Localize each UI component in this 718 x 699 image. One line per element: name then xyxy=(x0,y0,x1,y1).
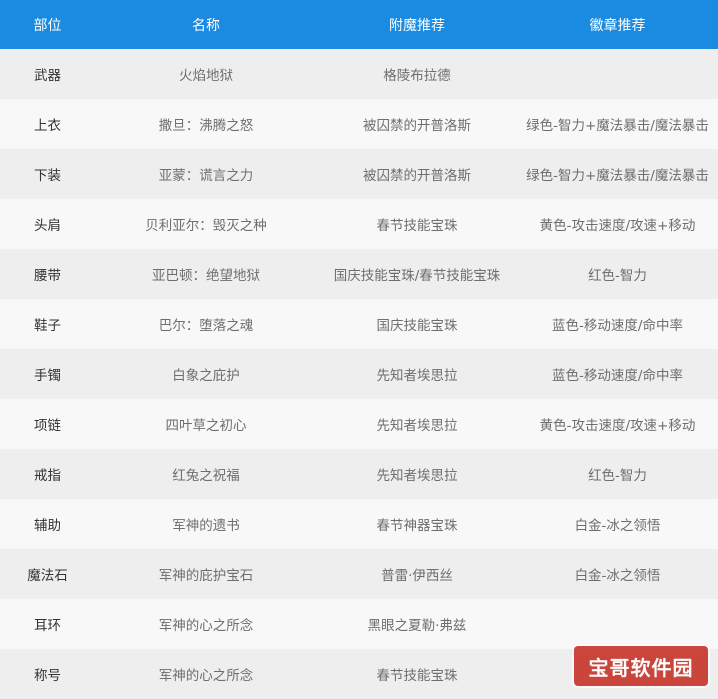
cell-name: 白象之庇护 xyxy=(172,368,240,384)
cell-enchant: 普雷·伊西丝 xyxy=(381,568,453,584)
cell-slot: 称号 xyxy=(34,668,61,684)
table-row: 鞋子 巴尔：堕落之魂 国庆技能宝珠 蓝色-移动速度/命中率 xyxy=(0,299,718,349)
header-name: 名称 xyxy=(192,17,220,34)
table-row: 手镯 白象之庇护 先知者埃思拉 蓝色-移动速度/命中率 xyxy=(0,349,718,399)
cell-enchant: 黑眼之夏勒·弗兹 xyxy=(367,618,467,634)
table-row: 辅助 军神的遗书 春节神器宝珠 白金-冰之领悟 xyxy=(0,499,718,549)
cell-name: 军神的庇护宝石 xyxy=(158,568,254,584)
cell-enchant: 国庆技能宝珠 xyxy=(376,318,458,334)
cell-slot: 辅助 xyxy=(34,518,61,534)
cell-name: 红兔之祝福 xyxy=(172,468,240,484)
cell-enchant: 先知者埃思拉 xyxy=(376,418,458,434)
cell-enchant: 春节技能宝珠 xyxy=(376,668,458,684)
cell-slot: 戒指 xyxy=(34,468,61,484)
cell-enchant: 春节神器宝珠 xyxy=(376,518,458,534)
watermark-text: 宝哥软件园 xyxy=(588,655,694,680)
cell-emblem: 绿色-智力+魔法暴击/魔法暴击 xyxy=(526,118,709,134)
cell-slot: 魔法石 xyxy=(27,568,68,584)
cell-emblem: 蓝色-移动速度/命中率 xyxy=(552,318,683,334)
cell-name: 撒旦：沸腾之怒 xyxy=(158,118,254,134)
table-row: 腰带 亚巴顿：绝望地狱 国庆技能宝珠/春节技能宝珠 红色-智力 xyxy=(0,249,718,299)
table-row: 下装 亚蒙：谎言之力 被囚禁的开普洛斯 绿色-智力+魔法暴击/魔法暴击 xyxy=(0,149,718,199)
cell-name: 军神的心之所念 xyxy=(158,618,254,634)
cell-enchant: 国庆技能宝珠/春节技能宝珠 xyxy=(333,268,501,284)
cell-emblem: 白金-冰之领悟 xyxy=(574,568,661,584)
cell-name: 军神的心之所念 xyxy=(158,668,254,684)
cell-name: 巴尔：堕落之魂 xyxy=(158,318,254,334)
header-enchant: 附魔推荐 xyxy=(389,17,445,34)
table-header: 部位 名称 附魔推荐 徽章推荐 xyxy=(0,0,718,49)
equipment-table: 部位 名称 附魔推荐 徽章推荐 武器 火焰地狱 格陵布拉德 上衣 撒旦：沸腾之怒… xyxy=(0,0,718,699)
cell-slot: 腰带 xyxy=(34,268,61,284)
cell-emblem: 绿色-智力+魔法暴击/魔法暴击 xyxy=(526,168,709,184)
cell-slot: 耳环 xyxy=(34,618,61,634)
table-row: 头肩 贝利亚尔：毁灭之种 春节技能宝珠 黄色-攻击速度/攻速+移动 xyxy=(0,199,718,249)
cell-enchant: 被囚禁的开普洛斯 xyxy=(363,168,471,184)
cell-name: 贝利亚尔：毁灭之种 xyxy=(145,218,267,234)
cell-name: 军神的遗书 xyxy=(172,518,240,534)
cell-slot: 武器 xyxy=(34,68,61,84)
cell-enchant: 被囚禁的开普洛斯 xyxy=(363,118,471,134)
cell-enchant: 格陵布拉德 xyxy=(383,68,451,84)
table-row: 戒指 红兔之祝福 先知者埃思拉 红色-智力 xyxy=(0,449,718,499)
header-emblem: 徽章推荐 xyxy=(589,17,646,34)
header-slot: 部位 xyxy=(33,17,62,34)
cell-emblem: 红色-智力 xyxy=(588,268,647,284)
cell-slot: 下装 xyxy=(34,168,61,184)
cell-name: 亚蒙：谎言之力 xyxy=(158,168,254,184)
cell-slot: 头肩 xyxy=(34,218,61,234)
cell-emblem: 黄色-攻击速度/攻速+移动 xyxy=(539,418,696,434)
cell-name: 亚巴顿：绝望地狱 xyxy=(152,268,260,284)
cell-slot: 上衣 xyxy=(34,118,61,134)
table-row: 魔法石 军神的庇护宝石 普雷·伊西丝 白金-冰之领悟 xyxy=(0,549,718,599)
cell-emblem: 红色-智力 xyxy=(588,468,647,484)
cell-slot: 鞋子 xyxy=(34,318,61,334)
table-row: 耳环 军神的心之所念 黑眼之夏勒·弗兹 xyxy=(0,599,718,649)
cell-name: 四叶草之初心 xyxy=(165,418,247,434)
cell-slot: 项链 xyxy=(34,418,61,434)
cell-enchant: 春节技能宝珠 xyxy=(376,218,458,234)
table-row: 武器 火焰地狱 格陵布拉德 xyxy=(0,49,718,99)
cell-emblem: 蓝色-移动速度/命中率 xyxy=(552,368,683,384)
cell-enchant: 先知者埃思拉 xyxy=(376,468,458,484)
cell-emblem: 黄色-攻击速度/攻速+移动 xyxy=(539,218,696,234)
site-watermark-logo: 宝哥软件园 xyxy=(574,646,708,686)
cell-slot: 手镯 xyxy=(34,368,61,384)
cell-enchant: 先知者埃思拉 xyxy=(376,368,458,384)
table-row: 上衣 撒旦：沸腾之怒 被囚禁的开普洛斯 绿色-智力+魔法暴击/魔法暴击 xyxy=(0,99,718,149)
cell-name: 火焰地狱 xyxy=(179,68,233,84)
table-row: 项链 四叶草之初心 先知者埃思拉 黄色-攻击速度/攻速+移动 xyxy=(0,399,718,449)
cell-emblem: 白金-冰之领悟 xyxy=(574,518,661,534)
